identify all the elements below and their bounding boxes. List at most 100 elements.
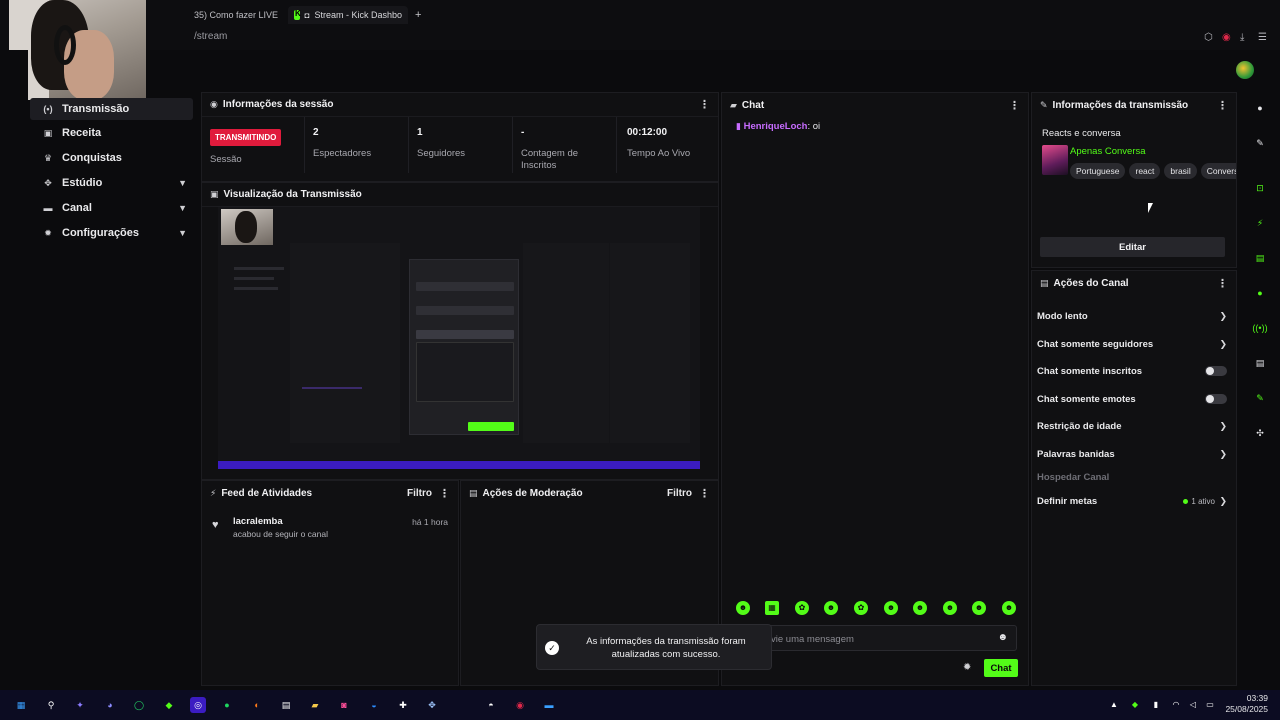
followers-only-row[interactable]: Chat somente seguidores ❯: [1037, 336, 1227, 352]
filter-button[interactable]: Filtro: [667, 488, 692, 499]
tray-app-icon[interactable]: ◆: [1127, 697, 1143, 713]
emote-icon[interactable]: ☻: [972, 601, 986, 615]
address-bar-url[interactable]: /stream: [194, 31, 227, 42]
new-tab-button[interactable]: +: [415, 6, 429, 24]
sidebar-item-estudio[interactable]: ✥ Estúdio ▼: [30, 172, 193, 194]
chat-bubble-icon[interactable]: ●: [1250, 283, 1270, 303]
chevron-right-icon: ❯: [1219, 448, 1227, 459]
windows-start-icon[interactable]: ▦: [13, 697, 29, 713]
steam-icon[interactable]: ◓: [483, 697, 499, 713]
volume-icon[interactable]: ◁: [1185, 697, 1201, 713]
more-options-icon[interactable]: ⋮: [1217, 277, 1228, 290]
firefox-icon[interactable]: ◐: [249, 697, 265, 713]
tab-title: 35) Como fazer LIVE n: [194, 10, 278, 20]
chat-message-input[interactable]: [771, 631, 991, 647]
info-icon[interactable]: ●: [1250, 98, 1270, 118]
chevron-down-icon: ▼: [178, 178, 187, 188]
goals-row[interactable]: Definir metas 1 ativo ❯: [1037, 493, 1227, 509]
notepad-icon[interactable]: ▤: [278, 697, 294, 713]
age-restriction-row[interactable]: Restrição de idade ❯: [1037, 418, 1227, 434]
edit-button[interactable]: Editar: [1040, 237, 1225, 257]
emote-icon[interactable]: ▦: [765, 601, 779, 615]
mouse-cursor-icon: [1148, 203, 1153, 213]
row-label: Restrição de idade: [1037, 420, 1122, 432]
discord-icon[interactable]: ◕: [102, 697, 118, 713]
obs-icon[interactable]: ◎: [190, 697, 206, 713]
wifi-icon[interactable]: ◠: [1168, 697, 1184, 713]
wrench-icon[interactable]: ✎: [1250, 388, 1270, 408]
user-avatar[interactable]: [1236, 61, 1254, 79]
document-icon: ▤: [469, 487, 478, 498]
microphone-icon[interactable]: ▮: [1148, 697, 1164, 713]
browser-tab-active[interactable]: ◘ Stream - Kick Dashbo: [288, 6, 408, 24]
add-widget-icon[interactable]: ✣: [1250, 423, 1270, 443]
channel-icon: ▤: [1040, 277, 1049, 288]
chat-settings-icon[interactable]: ✹: [963, 662, 971, 673]
emote-icon[interactable]: ☻: [913, 601, 927, 615]
sidebar-item-conquistas[interactable]: ♛ Conquistas: [30, 147, 193, 169]
chat-username[interactable]: HenriqueLoch: [744, 121, 808, 132]
gamepad-icon[interactable]: ✚: [395, 697, 411, 713]
emote-icon[interactable]: ☻: [736, 601, 750, 615]
sidebar-item-configuracoes[interactable]: ✹ Configurações ▼: [30, 222, 193, 244]
more-options-icon[interactable]: ⋮: [1217, 99, 1228, 112]
stream-info-panel: ✎ Informações da transmissão ⋮ Reacts e …: [1031, 92, 1237, 268]
scan-icon[interactable]: ⊡: [1250, 178, 1270, 198]
stream-category[interactable]: Apenas Conversa: [1070, 146, 1146, 157]
emote-icon[interactable]: ✿: [854, 601, 868, 615]
session-info-panel: ◉ Informações da sessão ⋮ TRANSMITINDO S…: [201, 92, 719, 182]
spotify-icon[interactable]: ●: [219, 697, 235, 713]
banned-words-row[interactable]: Palavras banidas ❯: [1037, 446, 1227, 462]
instagram-icon[interactable]: ◙: [336, 697, 352, 713]
app-icon[interactable]: ✥: [424, 697, 440, 713]
emoji-icon[interactable]: ☻: [997, 632, 1008, 643]
document-icon[interactable]: ▤: [1250, 248, 1270, 268]
more-options-icon[interactable]: ⋮: [699, 487, 710, 500]
channel-icon[interactable]: ▤: [1250, 353, 1270, 373]
chat-send-button[interactable]: Chat: [984, 659, 1018, 677]
wallet-icon: ▣: [43, 127, 53, 138]
stat-label: Seguidores: [417, 148, 466, 159]
subscribers-only-toggle[interactable]: [1205, 366, 1227, 376]
slow-mode-row[interactable]: Modo lento ❯: [1037, 308, 1227, 324]
stream-preview-video[interactable]: [218, 207, 700, 469]
emote-icon[interactable]: ☻: [884, 601, 898, 615]
chat-input-box[interactable]: ☻: [760, 625, 1017, 651]
emotes-only-toggle[interactable]: [1205, 394, 1227, 404]
emote-icon[interactable]: ✿: [795, 601, 809, 615]
tray-chevron-icon[interactable]: ▲: [1106, 697, 1122, 713]
browser-tab[interactable]: 35) Como fazer LIVE n: [194, 6, 278, 24]
lightning-icon[interactable]: ⚡: [1250, 213, 1270, 233]
sidebar-item-transmissao[interactable]: (•) Transmissão: [30, 98, 193, 120]
kick-app-icon[interactable]: ◆: [161, 697, 177, 713]
emote-icon[interactable]: ☻: [943, 601, 957, 615]
copilot-icon[interactable]: ✦: [72, 697, 88, 713]
feed-item-user[interactable]: lacralemba: [233, 516, 283, 527]
edge-icon[interactable]: ◒: [366, 697, 382, 713]
webcam-overlay: [9, 0, 146, 100]
battery-icon[interactable]: ▭: [1202, 697, 1218, 713]
sidebar-item-receita[interactable]: ▣ Receita: [30, 122, 193, 144]
more-options-icon[interactable]: ⋮: [699, 98, 710, 111]
more-options-icon[interactable]: ⋮: [439, 487, 450, 500]
emote-icon[interactable]: ☻: [1002, 601, 1016, 615]
emote-icon[interactable]: ☻: [824, 601, 838, 615]
filter-button[interactable]: Filtro: [407, 488, 432, 499]
more-options-icon[interactable]: ⋮: [1009, 99, 1020, 112]
taskbar-clock[interactable]: 03:39 25/08/2025: [1225, 693, 1268, 715]
record-indicator-icon[interactable]: ◉: [1222, 32, 1231, 43]
whatsapp-icon[interactable]: ◯: [131, 697, 147, 713]
broadcast-icon[interactable]: ((•)): [1250, 318, 1270, 338]
search-icon[interactable]: ⚲: [43, 697, 59, 713]
extension-icon[interactable]: ⬡: [1204, 32, 1213, 43]
download-icon[interactable]: ⤓: [1240, 32, 1244, 43]
recorder-icon[interactable]: ◉: [512, 697, 528, 713]
sidebar-item-canal[interactable]: ▬ Canal ▼: [30, 197, 193, 219]
folder-icon[interactable]: ▰: [307, 697, 323, 713]
left-icon-strip: [0, 50, 28, 690]
live-badge: TRANSMITINDO: [210, 129, 282, 146]
window-icon[interactable]: ▬: [541, 697, 557, 713]
menu-icon[interactable]: ☰: [1258, 32, 1267, 43]
pencil-icon[interactable]: ✎: [1250, 133, 1270, 153]
panel-header: ◉ Informações da sessão ⋮: [202, 93, 718, 117]
